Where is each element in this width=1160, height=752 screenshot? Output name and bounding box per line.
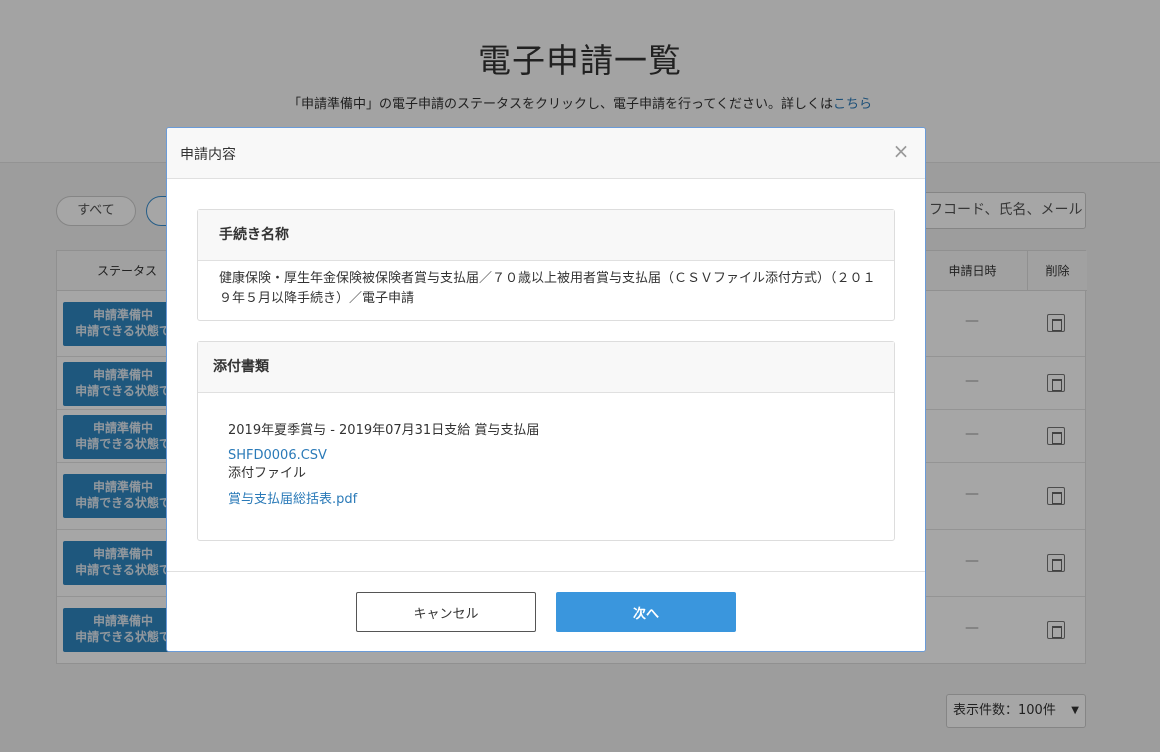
next-button[interactable]: 次へ — [556, 592, 736, 632]
summary-pdf-link[interactable]: 賞与支払届総括表.pdf — [228, 491, 864, 509]
procedure-panel: 手続き名称 健康保険・厚生年金保険被保険者賞与支払届／７０歳以上被用者賞与支払届… — [197, 209, 895, 321]
modal-footer: キャンセル 次へ — [167, 571, 925, 651]
csv-file-link[interactable]: SHFD0006.CSV — [228, 447, 864, 465]
cancel-button[interactable]: キャンセル — [356, 592, 536, 632]
close-icon[interactable]: × — [891, 141, 911, 161]
attachments-body: 2019年夏季賞与 - 2019年07月31日支給 賞与支払届 SHFD0006… — [198, 393, 894, 509]
application-modal: 申請内容 × 手続き名称 健康保険・厚生年金保険被保険者賞与支払届／７０歳以上被… — [166, 127, 926, 652]
modal-title: 申請内容 — [180, 147, 236, 163]
attachments-heading: 添付書類 — [198, 342, 894, 393]
procedure-heading: 手続き名称 — [198, 210, 894, 261]
attached-file-label: 添付ファイル — [228, 466, 307, 481]
attachments-panel: 添付書類 2019年夏季賞与 - 2019年07月31日支給 賞与支払届 SHF… — [197, 341, 895, 541]
modal-header: 申請内容 × — [167, 128, 925, 179]
procedure-name: 健康保険・厚生年金保険被保険者賞与支払届／７０歳以上被用者賞与支払届（ＣＳＶファ… — [219, 271, 876, 306]
attachment-title: 2019年夏季賞与 - 2019年07月31日支給 賞与支払届 — [228, 423, 540, 438]
